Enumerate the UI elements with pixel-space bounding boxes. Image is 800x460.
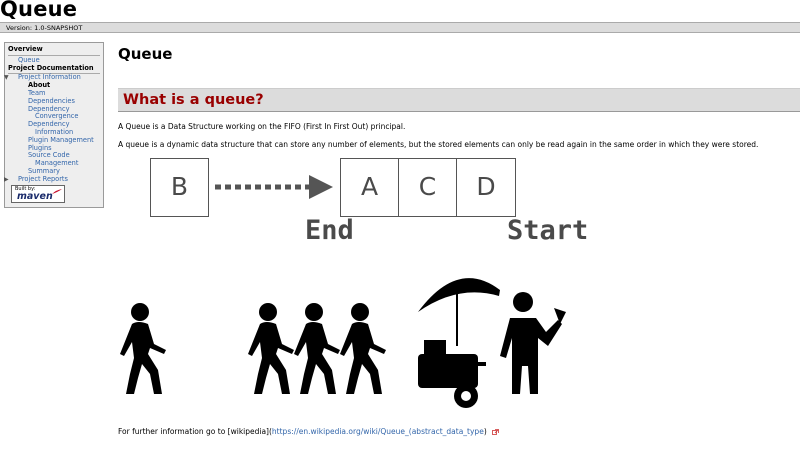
incoming-element-box: B <box>150 158 209 217</box>
queue-element-box: A <box>340 158 399 217</box>
feather-icon <box>52 189 62 194</box>
page-title: Queue <box>118 45 173 63</box>
paragraph-fifo: A Queue is a Data Structure working on t… <box>118 122 406 131</box>
breadcrumb-bar: Version: 1.0-SNAPSHOT <box>0 22 800 33</box>
maven-logo: maven <box>17 191 53 202</box>
queue-illustration <box>120 278 566 408</box>
sidebar-item-project-reports[interactable]: ▶ Project Reports <box>4 175 100 184</box>
version-label: Version: 1.0-SNAPSHOT <box>6 24 83 32</box>
banner: Queue <box>0 0 800 21</box>
walking-person-icon <box>340 303 386 394</box>
sidebar-item-source-code-management[interactable]: Source Code Management <box>8 151 100 168</box>
walking-person-icon <box>120 303 166 394</box>
sidebar-item-plugin-management[interactable]: Plugin Management <box>8 136 100 145</box>
triangle-right-icon: ▶ <box>4 175 9 183</box>
section-title: What is a queue? <box>123 92 264 108</box>
external-link-icon <box>492 429 500 435</box>
queue-diagram: B A C D End Start <box>118 155 608 255</box>
start-label: Start <box>507 215 589 246</box>
end-label: End <box>305 215 354 246</box>
wikipedia-link[interactable]: https://en.wikipedia.org/wiki/Queue_(abs… <box>272 427 484 436</box>
section-header: What is a queue? <box>118 88 800 112</box>
ice-cream-cart-icon <box>418 278 500 408</box>
site-title: Queue <box>0 0 78 21</box>
overview-header: Overview <box>8 45 100 56</box>
further-info-line: For further information go to [wikipedia… <box>118 427 500 436</box>
dotted-arrow-icon <box>215 175 333 199</box>
paragraph-dynamic: A queue is a dynamic data structure that… <box>118 140 759 149</box>
built-by-maven-badge[interactable]: Built by: maven <box>11 185 65 203</box>
queue-element-box: C <box>398 158 457 217</box>
triangle-down-icon: ▼ <box>4 74 9 82</box>
walking-person-icon <box>294 303 340 394</box>
sidebar-item-dependency-convergence[interactable]: Dependency Convergence <box>8 105 100 122</box>
sidebar-item-project-information[interactable]: ▼ Project Information <box>4 74 100 82</box>
walking-person-icon <box>248 303 294 394</box>
queue-element-box: D <box>456 158 516 217</box>
ice-cream-vendor-icon <box>500 292 566 394</box>
sidebar-item-about: About <box>28 81 51 90</box>
sidebar-item-dependency-information[interactable]: Dependency Information <box>8 120 100 137</box>
sidebar: Overview Queue Project Documentation ▼ P… <box>4 42 104 208</box>
